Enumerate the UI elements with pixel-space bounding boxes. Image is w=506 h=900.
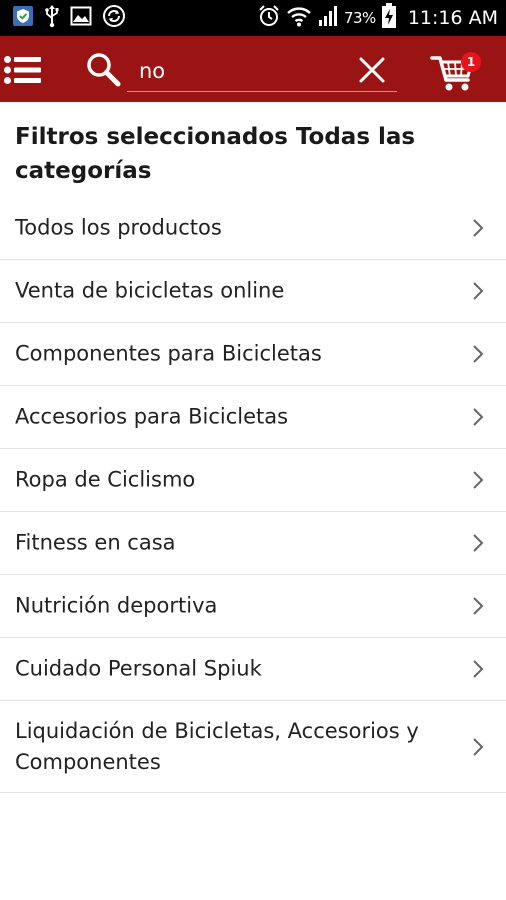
- cart-count-badge: 1: [461, 52, 481, 72]
- list-item-label: Venta de bicicletas online: [15, 278, 285, 303]
- alarm-icon: [257, 4, 281, 32]
- chevron-right-icon: [473, 219, 484, 237]
- list-item-label: Liquidación de Bicicletas, Accesorios y …: [15, 718, 419, 774]
- image-icon: [70, 6, 92, 30]
- cart-button[interactable]: 1: [430, 50, 486, 92]
- list-item[interactable]: Liquidación de Bicicletas, Accesorios y …: [0, 701, 506, 793]
- chevron-right-icon: [473, 737, 484, 756]
- page-title: Filtros seleccionados Todas las categorí…: [15, 124, 416, 184]
- list-item[interactable]: Nutrición deportiva: [0, 575, 506, 638]
- chevron-right-icon: [473, 345, 484, 363]
- main-content: Filtros seleccionados Todas las categorí…: [0, 102, 506, 793]
- list-item-label: Ropa de Ciclismo: [15, 467, 196, 492]
- status-bar: 73% 11:16 AM: [0, 0, 506, 36]
- list-item[interactable]: Componentes para Bicicletas: [0, 323, 506, 386]
- chevron-right-icon: [473, 660, 484, 678]
- wifi-icon: [286, 4, 312, 32]
- chevron-right-icon: [473, 534, 484, 552]
- search-icon: [86, 52, 122, 92]
- list-item-label: Fitness en casa: [15, 530, 176, 555]
- sync-icon: [102, 4, 126, 32]
- list-item[interactable]: Ropa de Ciclismo: [0, 449, 506, 512]
- menu-button[interactable]: [0, 36, 50, 102]
- clock-time: 11:16 AM: [407, 7, 498, 29]
- battery-charging-icon: [381, 3, 397, 33]
- list-item-label: Cuidado Personal Spiuk: [15, 656, 262, 681]
- chevron-right-icon: [473, 282, 484, 300]
- search-button[interactable]: [82, 49, 124, 91]
- status-bar-right-icons: 73% 11:16 AM: [257, 3, 498, 33]
- list-item[interactable]: Fitness en casa: [0, 512, 506, 575]
- signal-icon: [317, 5, 339, 31]
- battery-percentage: 73%: [343, 9, 376, 27]
- list-item-label: Todos los productos: [15, 215, 222, 240]
- category-list: Todos los productos Venta de bicicletas …: [0, 197, 506, 793]
- chevron-right-icon: [473, 597, 484, 615]
- list-item[interactable]: Venta de bicicletas online: [0, 260, 506, 323]
- chevron-right-icon: [473, 408, 484, 426]
- clear-search-button[interactable]: [356, 54, 388, 86]
- list-item[interactable]: Accesorios para Bicicletas: [0, 386, 506, 449]
- usb-icon: [44, 4, 60, 32]
- list-item-label: Accesorios para Bicicletas: [15, 404, 289, 429]
- shield-notification-icon: [12, 5, 34, 31]
- list-menu-icon: [4, 56, 42, 88]
- app-toolbar: 1: [0, 36, 506, 102]
- chevron-right-icon: [473, 471, 484, 489]
- list-item-label: Nutrición deportiva: [15, 593, 218, 618]
- search-input[interactable]: [139, 57, 339, 85]
- list-item[interactable]: Cuidado Personal Spiuk: [0, 638, 506, 701]
- close-icon: [358, 56, 386, 88]
- list-item-label: Componentes para Bicicletas: [15, 341, 322, 366]
- list-item[interactable]: Todos los productos: [0, 197, 506, 260]
- status-bar-left-icons: [12, 4, 126, 32]
